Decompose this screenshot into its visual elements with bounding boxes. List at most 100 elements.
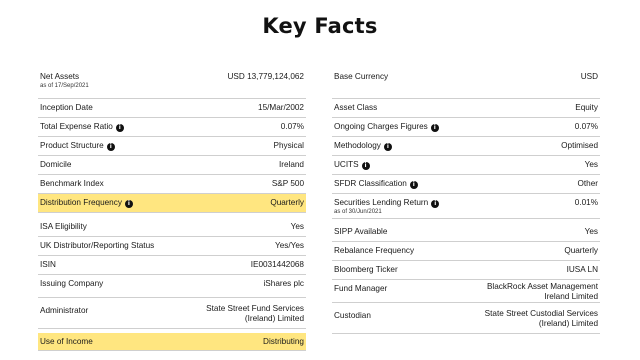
fact-value: Quarterly <box>270 198 304 207</box>
fact-label: Product Structure i <box>40 141 115 151</box>
fact-value: Ireland <box>278 160 304 169</box>
fact-value-line: BlackRock Asset Management <box>486 282 598 291</box>
fact-value: Equity <box>575 103 598 112</box>
fact-value: iShares plc <box>263 279 304 288</box>
fact-row-sfdr-classification: SFDR Classification i Other <box>332 175 600 194</box>
fact-value-line: Ireland Limited <box>544 292 598 301</box>
fact-row-isa-eligibility: ISA Eligibility Yes <box>38 218 306 237</box>
fact-label: Asset Class <box>334 103 377 113</box>
fact-label-text: ISIN <box>40 260 56 269</box>
fact-row-bloomberg-ticker: Bloomberg Ticker IUSA LN <box>332 261 600 280</box>
fact-label: Issuing Company <box>40 279 103 289</box>
fact-label: Administrator <box>40 306 88 316</box>
fact-label: Benchmark Index <box>40 179 104 189</box>
fact-label: SFDR Classification i <box>334 179 418 189</box>
fact-label-text: Ongoing Charges Figures <box>334 122 428 131</box>
fact-row-sipp-available: SIPP Available Yes <box>332 223 600 242</box>
fact-row-ucits: UCITS i Yes <box>332 156 600 175</box>
fact-value: Quarterly <box>564 246 598 255</box>
fact-label-text: Rebalance Frequency <box>334 246 415 255</box>
as-of-date: as of 30/Jun/2021 <box>334 209 382 215</box>
fact-label-text: Benchmark Index <box>40 179 104 188</box>
fact-row-total-expense-ratio: Total Expense Ratio i 0.07% <box>38 118 306 137</box>
fact-label: Securities Lending Return i as of 30/Jun/2… <box>334 198 440 216</box>
fact-label: Rebalance Frequency <box>334 246 414 256</box>
fact-label-text: UK Distributor/Reporting Status <box>40 241 155 250</box>
fact-row-base-currency: Base Currency USD <box>332 68 600 99</box>
fact-label: Inception Date <box>40 103 93 113</box>
fact-row-benchmark-index: Benchmark Index S&P 500 <box>38 175 306 194</box>
fact-label-text: UCITS <box>334 160 359 169</box>
fact-row-fund-manager: Fund Manager BlackRock Asset Management Ir… <box>332 280 600 303</box>
as-of-date: as of 17/Sep/2021 <box>40 83 89 89</box>
fact-value: Yes <box>584 160 598 169</box>
info-icon[interactable]: i <box>124 200 133 208</box>
fact-label: Fund Manager <box>334 284 387 294</box>
info-icon[interactable]: i <box>430 124 439 132</box>
fact-value: IUSA LN <box>566 265 598 274</box>
fact-label-text: ISA Eligibility <box>40 222 87 231</box>
fact-row-use-of-income: Use of Income Distributing <box>38 333 306 351</box>
fact-value: Yes <box>584 227 598 236</box>
fact-value: Distributing <box>263 337 304 346</box>
fact-value-line: State Street Fund Services <box>206 304 304 313</box>
fact-label-text: Product Structure <box>40 141 104 150</box>
fact-label-text: Distribution Frequency <box>40 198 122 207</box>
fact-label: ISA Eligibility <box>40 222 87 232</box>
fact-row-product-structure: Product Structure i Physical <box>38 137 306 156</box>
fact-row-securities-lending-return: Securities Lending Return i as of 30/Jun/2… <box>332 194 600 219</box>
fact-label-text: Custodian <box>334 311 371 320</box>
fact-value: 15/Mar/2002 <box>258 103 304 112</box>
fact-value: Physical <box>273 141 305 150</box>
fact-label-text: Asset Class <box>334 103 378 112</box>
fact-value: Yes/Yes <box>275 241 304 250</box>
fact-label: Domicile <box>40 160 71 170</box>
fact-row-uk-distributor-reporting-status: UK Distributor/Reporting Status Yes/Yes <box>38 237 306 256</box>
fact-value: BlackRock Asset Management Ireland Limite… <box>487 282 598 302</box>
fact-label: Bloomberg Ticker <box>334 265 398 275</box>
info-icon[interactable]: i <box>383 143 392 151</box>
fact-value: State Street Fund Services (Ireland) Limi… <box>206 304 304 324</box>
fact-row-methodology: Methodology i Optimised <box>332 137 600 156</box>
fact-row-ongoing-charges-figures: Ongoing Charges Figures i 0.07% <box>332 118 600 137</box>
fact-label-text: SFDR Classification <box>334 179 407 188</box>
fact-value: Other <box>577 179 598 188</box>
fact-label-text: Use of Income <box>40 337 93 346</box>
fact-row-administrator: Administrator State Street Fund Services(… <box>38 302 306 329</box>
fact-value: 0.07% <box>280 122 304 131</box>
fact-value-line: (Ireland) Limited <box>244 314 304 323</box>
fact-label-text: Securities Lending Return <box>334 198 429 207</box>
fact-value: State Street Custodial Services (Ireland)… <box>485 309 598 329</box>
fact-value: Yes <box>290 222 304 231</box>
fact-label: Base Currency <box>334 72 388 82</box>
fact-label: Ongoing Charges Figures i <box>334 122 439 132</box>
fact-label: Use of Income <box>40 337 93 347</box>
info-icon[interactable]: i <box>409 181 418 189</box>
info-icon[interactable]: i <box>361 162 370 170</box>
fact-label: UK Distributor/Reporting Status <box>40 241 154 251</box>
fact-label-text: Domicile <box>40 160 72 169</box>
fact-value-line: (Ireland) Limited <box>538 319 598 328</box>
key-facts-right-column: Base Currency USD Asset Class Equity Ongoing… <box>332 68 600 334</box>
fact-value: 0.07% <box>574 122 598 131</box>
fact-row-issuing-company: Issuing Company iShares plc <box>38 275 306 298</box>
fact-label: Total Expense Ratio i <box>40 122 124 132</box>
fact-label-text: Fund Manager <box>334 284 388 293</box>
fact-label: Methodology i <box>334 141 392 151</box>
fact-label-text: Administrator <box>40 306 89 315</box>
fact-label: Distribution Frequency i <box>40 198 133 208</box>
fact-label-text: Methodology <box>334 141 381 150</box>
fact-value: Optimised <box>561 141 598 150</box>
info-icon[interactable]: i <box>115 124 124 132</box>
fact-row-custodian: Custodian State Street Custodial Services… <box>332 307 600 334</box>
fact-value: S&P 500 <box>271 179 304 188</box>
fact-label-text: Issuing Company <box>40 279 104 288</box>
fact-label-text: SIPP Available <box>334 227 388 236</box>
fact-label: UCITS i <box>334 160 370 170</box>
fact-value: IE0031442068 <box>250 260 304 269</box>
info-icon[interactable]: i <box>431 200 440 208</box>
info-icon[interactable]: i <box>106 143 115 151</box>
fact-row-distribution-frequency: Distribution Frequency i Quarterly <box>38 194 306 213</box>
fact-value: 0.01% <box>574 198 598 207</box>
fact-label-text: Base Currency <box>334 72 389 81</box>
